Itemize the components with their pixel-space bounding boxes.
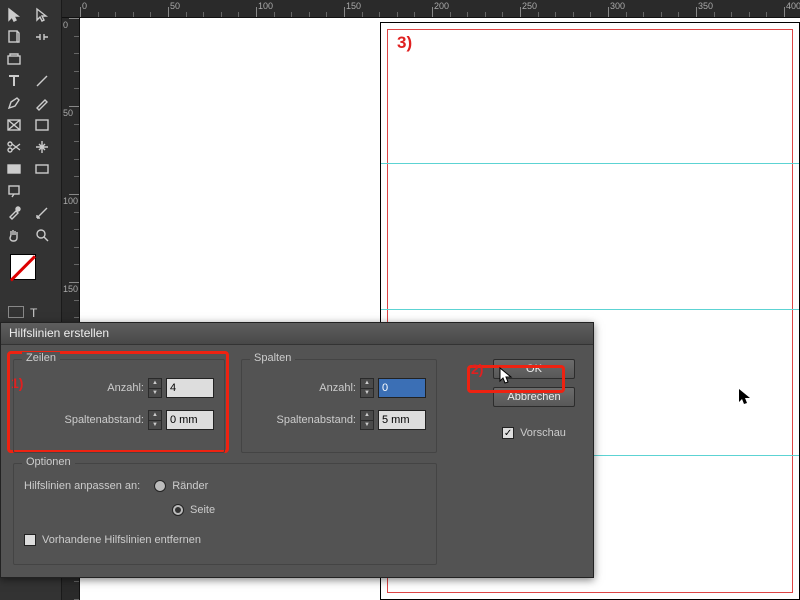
selection-tool[interactable] xyxy=(0,4,28,26)
columns-group: Spalten Anzahl: ▲▼ Spaltenabstand: ▲▼ xyxy=(241,359,437,453)
eyedropper-tool[interactable] xyxy=(0,202,28,224)
zoom-tool[interactable] xyxy=(28,224,56,246)
cols-count-label: Anzahl: xyxy=(286,382,356,394)
guide-line[interactable] xyxy=(381,163,799,164)
annotation-2: 2) xyxy=(471,361,483,377)
create-guides-dialog: Hilfslinien erstellen 1) Zeilen Anzahl: … xyxy=(0,322,594,578)
fill-stroke-swatch[interactable] xyxy=(10,254,50,294)
pencil-tool[interactable] xyxy=(28,92,56,114)
apply-text-icon[interactable]: T xyxy=(30,306,37,320)
cols-gutter-spinner[interactable]: ▲▼ xyxy=(360,410,374,430)
cols-count-input[interactable] xyxy=(378,378,426,398)
rows-legend: Zeilen xyxy=(22,352,60,364)
fit-margins-radio[interactable]: Ränder xyxy=(154,480,208,492)
fit-guides-label: Hilfslinien anpassen an: xyxy=(24,480,140,492)
line-tool[interactable] xyxy=(28,70,56,92)
columns-legend: Spalten xyxy=(250,352,295,364)
options-legend: Optionen xyxy=(22,456,75,468)
rows-group: Zeilen Anzahl: ▲▼ Spaltenabstand: ▲▼ xyxy=(13,359,225,453)
cols-gutter-label: Spaltenabstand: xyxy=(266,414,356,426)
gradient-feather-tool[interactable] xyxy=(28,158,56,180)
page-tool[interactable] xyxy=(0,26,28,48)
note-tool[interactable] xyxy=(0,180,28,202)
type-tool[interactable] xyxy=(0,70,28,92)
transform-tool[interactable] xyxy=(28,136,56,158)
rows-count-spinner[interactable]: ▲▼ xyxy=(148,378,162,398)
preview-label: Vorschau xyxy=(520,427,566,439)
preview-checkbox[interactable]: ✓ Vorschau xyxy=(502,427,566,439)
fit-page-radio[interactable]: Seite xyxy=(172,504,215,516)
remove-existing-label: Vorhandene Hilfslinien entfernen xyxy=(42,534,201,546)
annotation-3: 3) xyxy=(397,33,412,53)
rectangle-frame-tool[interactable] xyxy=(0,114,28,136)
scissors-tool[interactable] xyxy=(0,136,28,158)
remove-existing-checkbox[interactable]: Vorhandene Hilfslinien entfernen xyxy=(24,534,201,546)
gradient-swatch-tool[interactable] xyxy=(0,158,28,180)
rows-gutter-spinner[interactable]: ▲▼ xyxy=(148,410,162,430)
gap-tool[interactable] xyxy=(28,26,56,48)
cols-count-spinner[interactable]: ▲▼ xyxy=(360,378,374,398)
rows-count-label: Anzahl: xyxy=(64,382,144,394)
guide-line[interactable] xyxy=(381,309,799,310)
rows-gutter-label: Spaltenabstand: xyxy=(54,414,144,426)
rows-gutter-input[interactable] xyxy=(166,410,214,430)
measure-tool[interactable] xyxy=(28,202,56,224)
direct-selection-tool[interactable] xyxy=(28,4,56,26)
rectangle-tool[interactable] xyxy=(28,114,56,136)
rows-count-input[interactable] xyxy=(166,378,214,398)
options-group: Optionen Hilfslinien anpassen an: Ränder… xyxy=(13,463,437,565)
pen-tool[interactable] xyxy=(0,92,28,114)
cols-gutter-input[interactable] xyxy=(378,410,426,430)
dialog-title[interactable]: Hilfslinien erstellen xyxy=(1,323,593,345)
apply-container-icon[interactable] xyxy=(8,306,24,318)
hand-tool[interactable] xyxy=(0,224,28,246)
horizontal-ruler[interactable]: 050100150200250300350400 xyxy=(62,0,800,18)
content-collector-tool[interactable] xyxy=(0,48,28,70)
cancel-button[interactable]: Abbrechen xyxy=(493,387,575,407)
